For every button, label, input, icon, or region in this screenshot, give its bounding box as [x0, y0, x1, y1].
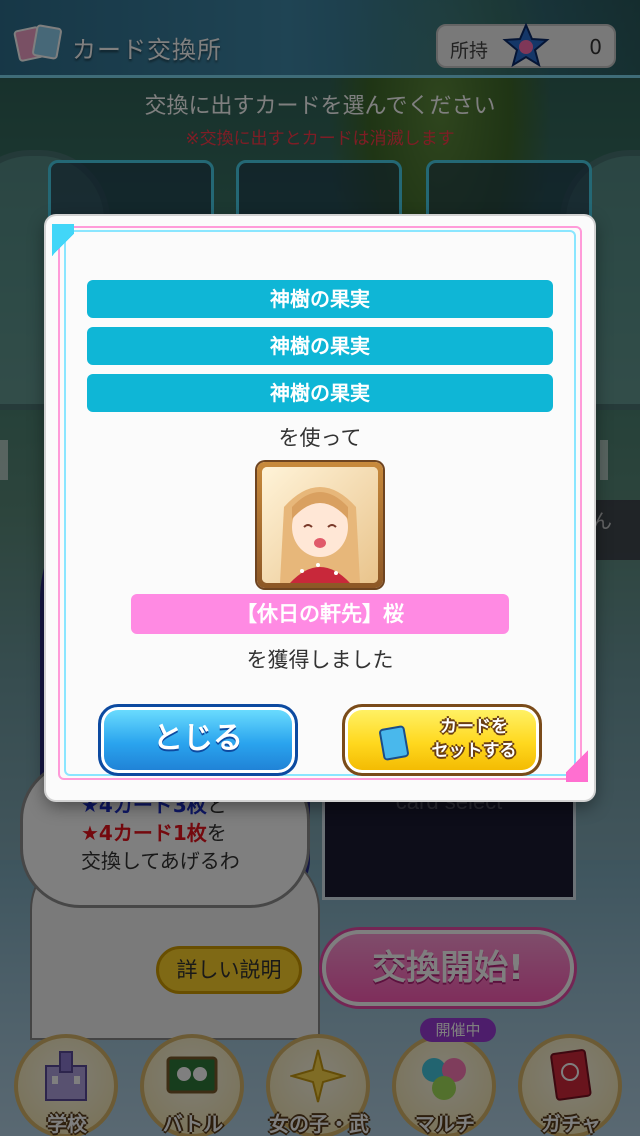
obtained-text: を獲得しました — [246, 648, 394, 672]
close-button[interactable]: とじる — [98, 704, 298, 776]
set-card-button[interactable]: カードを セットする — [342, 704, 542, 776]
used-item: 神樹の果実 — [87, 280, 553, 318]
card-icon — [379, 725, 409, 761]
used-item: 神樹の果実 — [87, 327, 553, 365]
corner-accent — [52, 224, 74, 266]
used-item: 神樹の果実 — [87, 374, 553, 412]
corner-accent — [566, 740, 588, 782]
obtained-card-name: 【休日の軒先】桜 — [131, 594, 509, 634]
character-portrait-image — [262, 467, 378, 583]
card-portrait — [257, 462, 383, 588]
using-text: を使って — [278, 426, 362, 450]
exchange-result-dialog: 神樹の果実 神樹の果実 神樹の果実 を使って 【休日の軒先】桜 を獲得しました … — [46, 216, 594, 800]
set-card-label: カードを セットする — [431, 717, 517, 761]
